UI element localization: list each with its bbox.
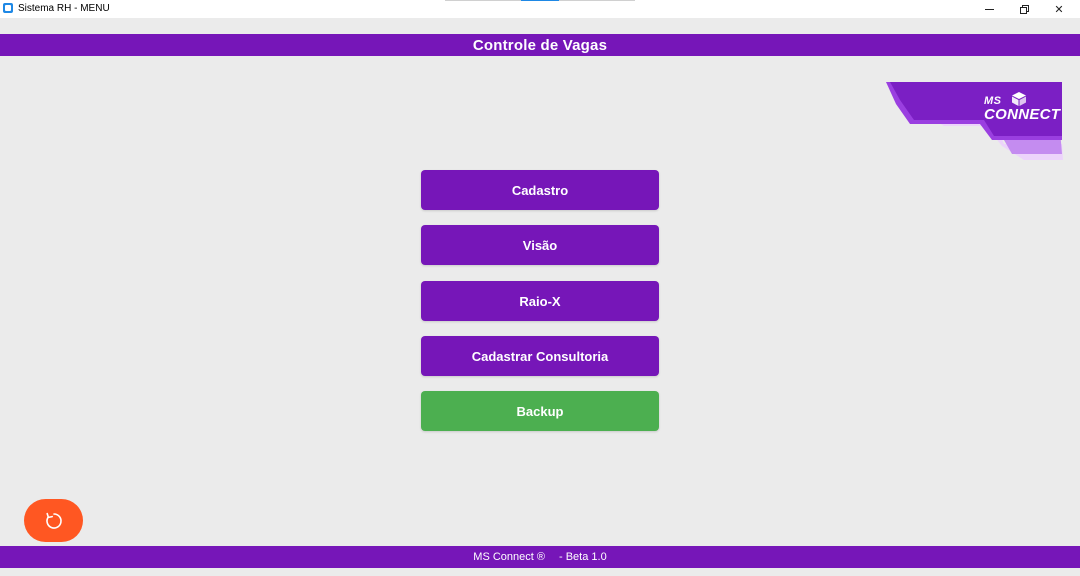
app-icon <box>3 3 13 13</box>
bottom-strip <box>0 568 1080 576</box>
logo-connect: CONNECT <box>984 106 1061 123</box>
maximize-button[interactable] <box>1007 0 1041 18</box>
minimize-icon <box>984 8 994 10</box>
refresh-button[interactable] <box>24 499 83 542</box>
cadastrar-consultoria-button[interactable]: Cadastrar Consultoria <box>421 336 659 376</box>
footer-version: - Beta 1.0 <box>559 551 607 563</box>
visao-button[interactable]: Visão <box>421 225 659 265</box>
footer-brand: MS Connect ® <box>473 551 545 563</box>
header-bar: Controle de Vagas <box>0 34 1080 56</box>
backup-button[interactable]: Backup <box>421 391 659 431</box>
close-icon: ✕ <box>1054 3 1064 16</box>
title-bar-accent <box>445 0 635 1</box>
refresh-icon <box>45 512 62 529</box>
ms-connect-logo: MS CONNECT <box>884 80 1066 164</box>
cadastro-button[interactable]: Cadastro <box>421 170 659 210</box>
raio-x-button[interactable]: Raio-X <box>421 281 659 321</box>
page-title: Controle de Vagas <box>472 36 608 54</box>
window-title: Sistema RH - MENU <box>18 3 110 14</box>
restore-icon <box>1020 5 1029 14</box>
minimize-button[interactable] <box>972 0 1006 18</box>
logo-text: MS CONNECT <box>984 94 1060 122</box>
title-bar[interactable]: Sistema RH - MENU ✕ <box>0 0 1080 18</box>
app-window: Sistema RH - MENU ✕ Controle de Vagas MS <box>0 0 1080 576</box>
close-button[interactable]: ✕ <box>1042 0 1076 18</box>
footer-bar: MS Connect ® - Beta 1.0 <box>0 546 1080 568</box>
